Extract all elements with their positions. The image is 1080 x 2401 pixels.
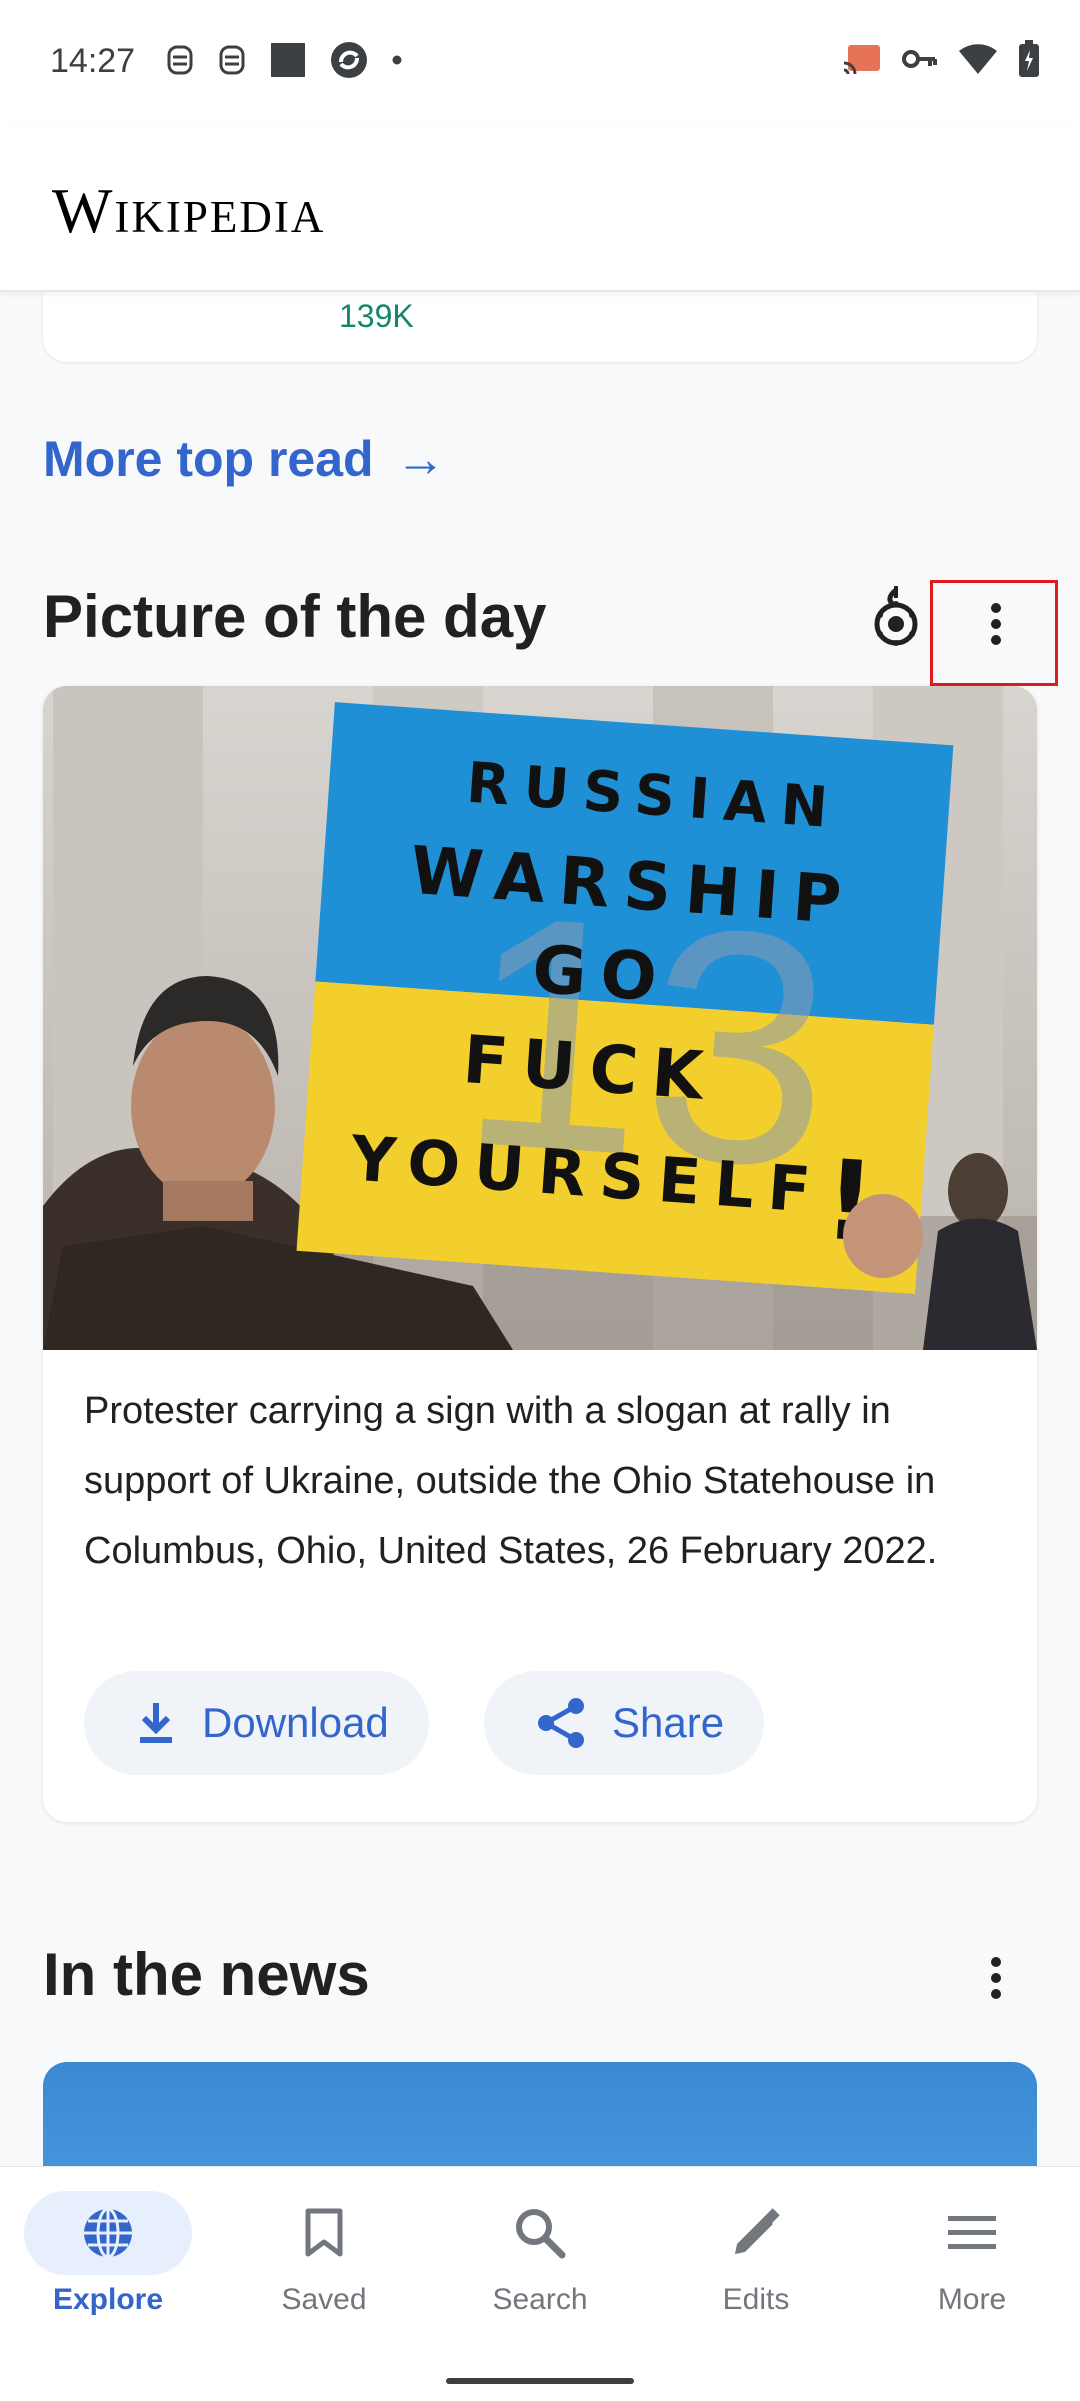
- system-icons: [842, 40, 1040, 78]
- selection-highlight: [930, 580, 1058, 686]
- notification-icons: [165, 40, 403, 80]
- battery-icon: [1019, 40, 1039, 77]
- wifi-icon: [959, 44, 997, 74]
- nav-saved-icon-wrap: [240, 2191, 408, 2275]
- nav-edits-icon-wrap: [672, 2191, 840, 2275]
- status-bar: 14:27: [0, 0, 1080, 124]
- gesture-handle[interactable]: [446, 2378, 634, 2384]
- nav-search[interactable]: Search: [432, 2191, 648, 2317]
- nav-explore-label: Explore: [52, 2283, 164, 2316]
- wikipedia-logo[interactable]: Wikipedia: [52, 174, 325, 248]
- nav-edits-label: Edits: [722, 2283, 790, 2316]
- pencil-icon: [735, 2208, 780, 2254]
- wikimedia-commons-icon[interactable]: [868, 586, 924, 650]
- nav-explore[interactable]: Explore: [0, 2191, 216, 2317]
- nav-saved[interactable]: Saved: [216, 2191, 432, 2317]
- nav-search-label: Search: [492, 2283, 588, 2316]
- bottom-navigation: Explore Saved Search Edits More: [0, 2166, 1080, 2401]
- nav-explore-indicator: [24, 2191, 192, 2275]
- arrow-right-icon: →: [395, 431, 446, 487]
- potd-image[interactable]: 13 RUSSIAN WARSHIP GO FUCK YOURSELF !: [43, 686, 1037, 1350]
- potd-section-title: Picture of the day: [43, 583, 547, 650]
- sign-line-3: GO: [530, 931, 673, 1017]
- app-bar: Wikipedia: [0, 124, 1080, 292]
- download-label: Download: [202, 1699, 389, 1746]
- vpn-key-icon: [902, 50, 937, 68]
- news-overflow-menu-button[interactable]: [966, 1948, 1026, 2008]
- download-icon: [140, 1703, 172, 1743]
- top-read-card[interactable]: 139K: [43, 290, 1037, 362]
- more-top-read-link[interactable]: More top read →: [43, 430, 446, 488]
- more-top-read-label: More top read: [43, 431, 374, 487]
- news-card-image[interactable]: [43, 2062, 1037, 2166]
- nav-search-icon-wrap: [456, 2191, 624, 2275]
- pageviews-count: 139K: [339, 298, 414, 334]
- search-icon: [516, 2209, 566, 2259]
- bookmark-icon: [305, 2208, 343, 2257]
- cast-icon: [843, 45, 880, 75]
- status-time: 14:27: [50, 42, 136, 80]
- nav-more-icon-wrap: [888, 2191, 1056, 2275]
- share-button[interactable]: Share: [484, 1671, 765, 1775]
- nav-more-label: More: [937, 2283, 1007, 2316]
- explore-feed[interactable]: 139K More top read → Picture of the day: [0, 290, 1080, 2166]
- more-vert-icon: [991, 1957, 1001, 1999]
- nav-edits[interactable]: Edits: [648, 2191, 864, 2317]
- potd-card[interactable]: 13 RUSSIAN WARSHIP GO FUCK YOURSELF ! Pr…: [43, 686, 1037, 1822]
- square-notification-icon: [271, 43, 305, 77]
- robot-notification-icon: [167, 45, 193, 75]
- globe-icon: [84, 2207, 132, 2259]
- dot-icon: [392, 55, 402, 65]
- potd-caption: Protester carrying a sign with a slogan …: [84, 1390, 938, 1572]
- download-button[interactable]: Download: [84, 1671, 429, 1775]
- nav-more[interactable]: More: [864, 2191, 1080, 2317]
- nav-saved-label: Saved: [281, 2283, 367, 2316]
- share-label: Share: [612, 1699, 725, 1746]
- news-section-title: In the news: [43, 1941, 370, 2008]
- robot-notification-icon: [219, 45, 245, 75]
- sync-notification-icon: [331, 42, 367, 78]
- share-icon: [538, 1698, 584, 1748]
- menu-icon: [948, 2216, 996, 2249]
